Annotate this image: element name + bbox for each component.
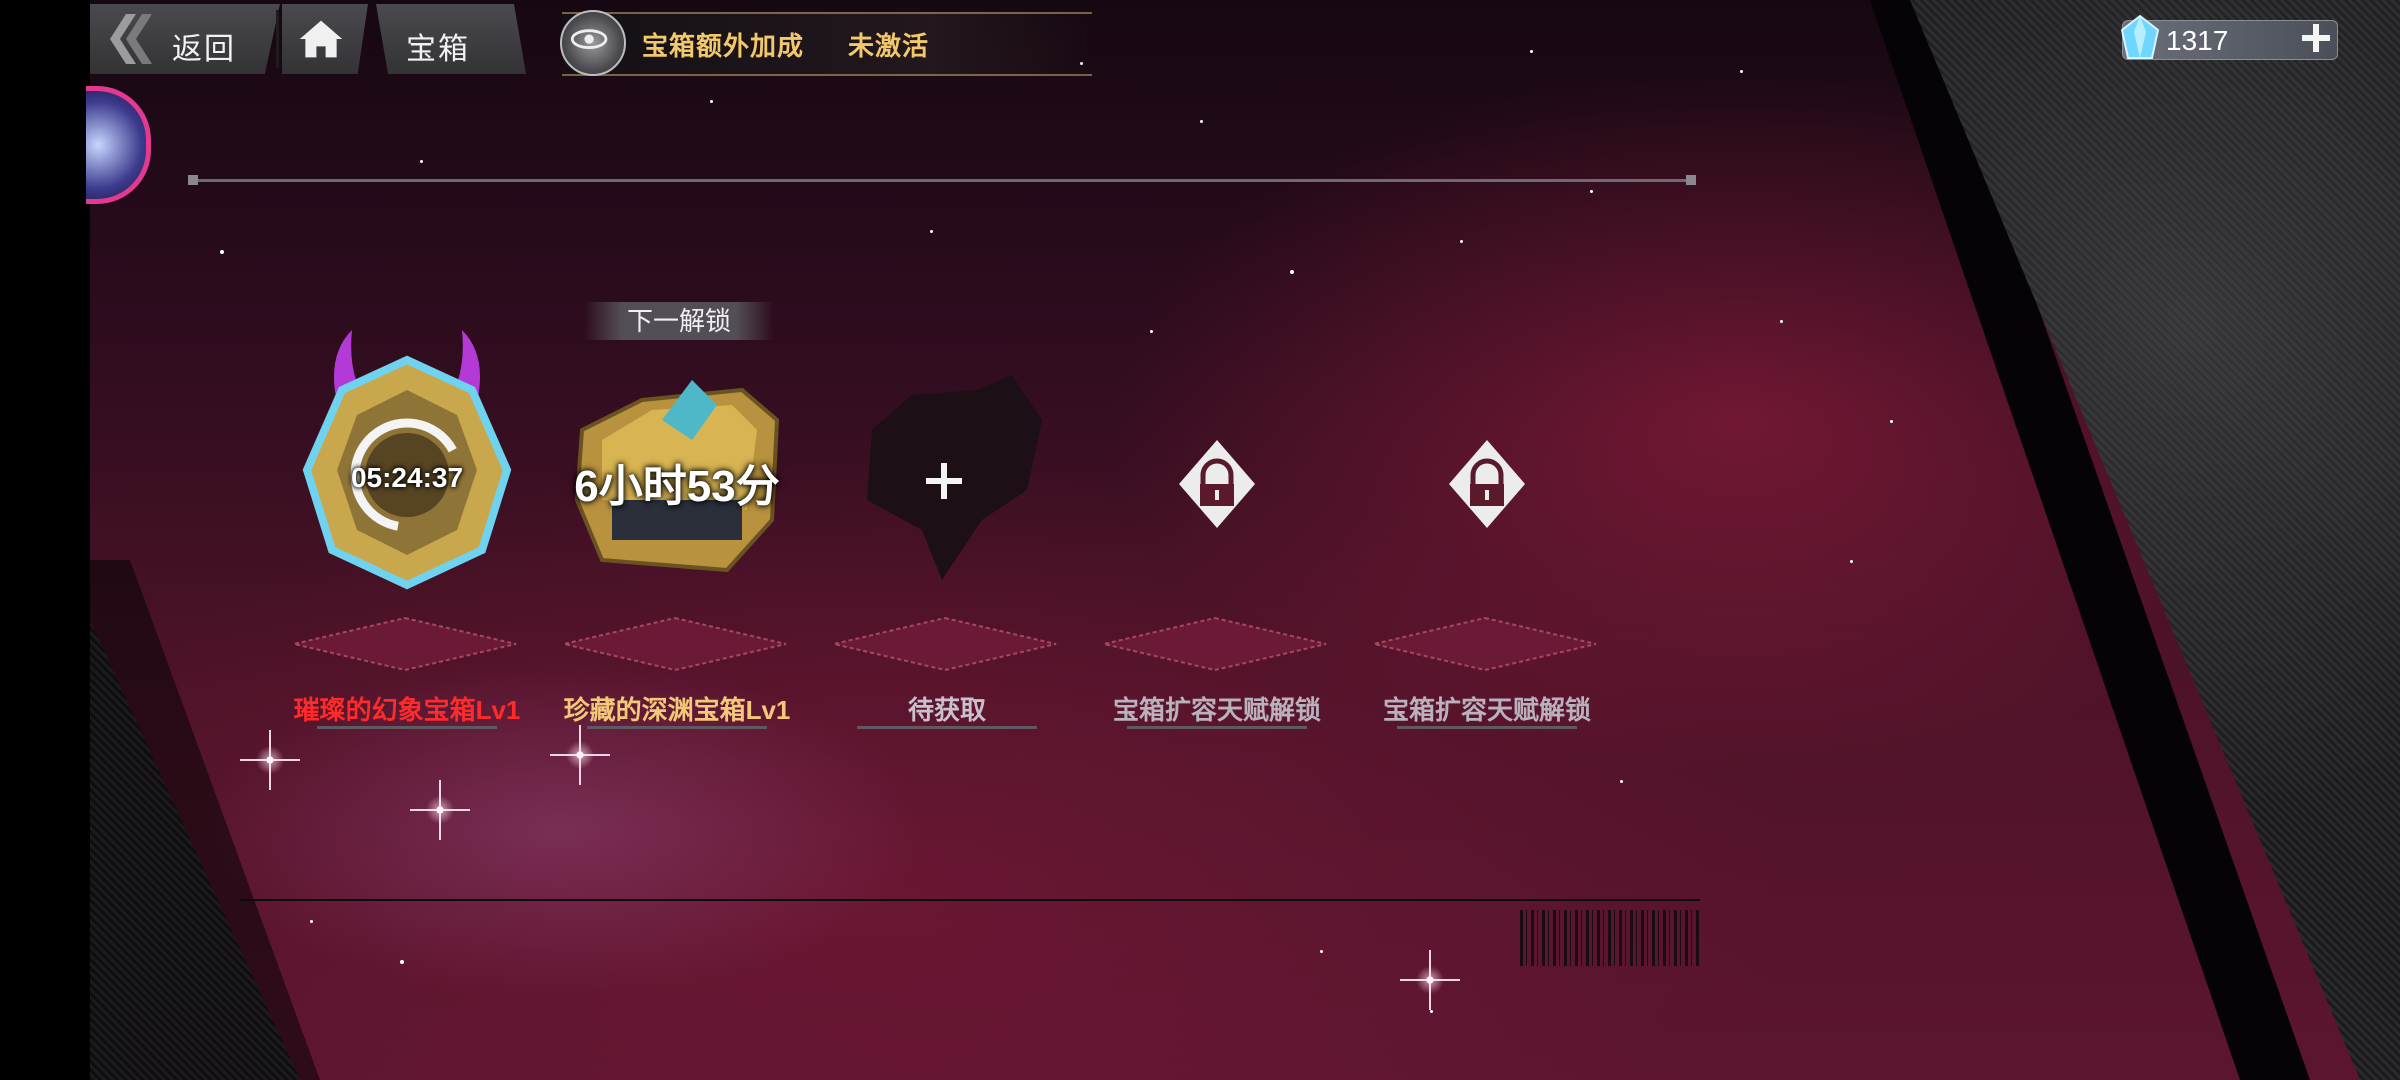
star	[1780, 320, 1783, 323]
chest-time-remaining: 6小时53分	[574, 462, 780, 511]
chest-slot-5[interactable]: 宝箱扩容天赋解锁	[1352, 300, 1622, 740]
pedestal	[833, 616, 1057, 672]
barcode-decoration	[1520, 910, 1702, 966]
lock-icon	[1179, 440, 1255, 528]
lock-icon	[1449, 440, 1525, 528]
star	[1430, 1010, 1433, 1013]
pedestal	[563, 616, 787, 672]
chest-slot-2[interactable]: 6小时53分 珍藏的深渊宝箱Lv1	[542, 300, 812, 740]
star	[710, 100, 713, 103]
tab-chest-label: 宝箱	[406, 33, 470, 66]
back-label: 返回	[172, 33, 236, 66]
back-button[interactable]: 返回	[90, 4, 280, 74]
bottom-divider-line	[240, 899, 1700, 901]
chest-slot-3[interactable]: 待获取	[812, 300, 1082, 740]
add-currency-button[interactable]	[2296, 18, 2336, 58]
sparkle-icon	[410, 780, 470, 840]
slot-underline	[587, 726, 767, 729]
home-button[interactable]	[282, 4, 368, 74]
star	[1590, 190, 1593, 193]
star	[1890, 420, 1893, 423]
illusion-chest-icon	[302, 330, 512, 590]
sparkle-icon	[550, 725, 610, 785]
home-icon	[299, 20, 343, 58]
star	[420, 160, 423, 163]
nav-separator	[276, 10, 279, 68]
tab-chest[interactable]: 宝箱	[376, 4, 526, 74]
star	[930, 230, 933, 233]
star	[310, 920, 313, 923]
star	[1320, 950, 1323, 953]
eye-emblem-icon	[560, 10, 626, 76]
star	[1620, 780, 1623, 783]
unlock-timer: 05:24:37	[350, 462, 464, 493]
star	[1460, 240, 1463, 243]
chest-slot-1[interactable]: 05:24:37 璀璨的幻象宝箱Lv1	[272, 300, 542, 740]
star	[1850, 560, 1853, 563]
sparkle-icon	[1400, 950, 1460, 1010]
star	[1200, 120, 1203, 123]
slot-label: 宝箱扩容天赋解锁	[1382, 695, 1591, 725]
currency-value: 1317	[2166, 25, 2229, 56]
top-divider-line	[192, 179, 1692, 182]
crystal-icon	[2120, 14, 2160, 59]
slot-underline	[1397, 726, 1577, 729]
divider-endcap	[188, 175, 198, 185]
star	[1290, 270, 1294, 274]
chest-slot-4[interactable]: 宝箱扩容天赋解锁	[1082, 300, 1352, 740]
star	[1530, 50, 1533, 53]
double-chevron-left-icon	[110, 14, 152, 64]
slot-underline	[1127, 726, 1307, 729]
star	[400, 960, 404, 964]
chest-bonus-label: 宝箱额外加成	[642, 31, 805, 61]
divider-endcap	[1686, 175, 1696, 185]
star	[1740, 70, 1743, 73]
pedestal	[1103, 616, 1327, 672]
chest-bonus-status: 未激活	[848, 31, 930, 61]
star	[220, 250, 224, 254]
empty-slot-shape	[867, 375, 1042, 580]
slot-underline	[317, 726, 497, 729]
pedestal	[1373, 616, 1597, 672]
slot-underline	[857, 726, 1037, 729]
top-navigation-bar: 返回 宝箱 宝箱额外加成 未激活	[90, 0, 1092, 80]
pedestal	[293, 616, 517, 672]
